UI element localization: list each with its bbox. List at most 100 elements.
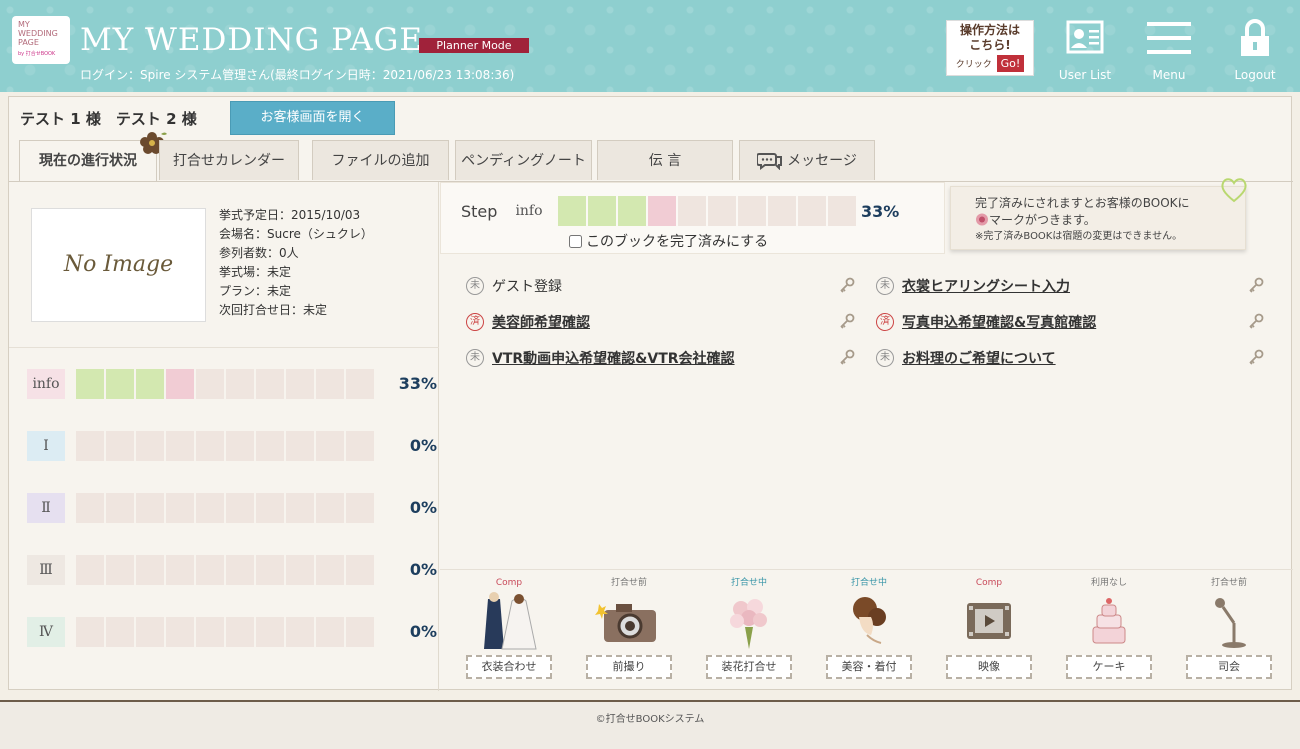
progress-segment [286, 369, 314, 399]
step-progress-segment [588, 196, 616, 226]
help-click: クリック [955, 60, 992, 70]
tab-message[interactable]: メッセージ [739, 140, 875, 180]
category-label: 美容・着付 [826, 655, 912, 679]
step-progress-segment [648, 196, 676, 226]
category-label: 司会 [1186, 655, 1272, 679]
category-video[interactable]: Comp 映像 [946, 577, 1032, 679]
task-vtr[interactable]: 未 VTR動画申込希望確認&VTR会社確認 [466, 347, 735, 369]
progress-row-label: Ⅱ [27, 493, 65, 523]
task-label[interactable]: お料理のご希望について [902, 348, 1056, 368]
bouquet-icon [706, 589, 792, 653]
user-list-icon [1050, 18, 1120, 58]
category-stamp: Comp [975, 578, 1003, 588]
key-icon[interactable] [1247, 312, 1265, 330]
progress-segment [136, 369, 164, 399]
progress-segment [196, 555, 224, 585]
progress-percent: 33% [398, 374, 437, 393]
task-label[interactable]: 写真申込希望確認&写真館確認 [902, 312, 1096, 332]
progress-segment [196, 617, 224, 647]
progress-bar [76, 617, 374, 647]
progress-segment [136, 617, 164, 647]
category-cake[interactable]: 利用なし ケーキ [1066, 577, 1152, 679]
step-progress-segment [798, 196, 826, 226]
couple-name: テスト 1 様 テスト 2 様 [20, 110, 197, 128]
user-list-button[interactable]: User List [1050, 18, 1120, 82]
note-warning: ※完了済みBOOKは宿題の変更はできません。 [975, 231, 1183, 242]
logout-button[interactable]: Logout [1220, 18, 1290, 82]
status-badge: 済 [466, 313, 484, 331]
task-label[interactable]: VTR動画申込希望確認&VTR会社確認 [492, 348, 735, 368]
logo-sub: by 打合せBOOK [18, 51, 56, 57]
category-pre-shoot[interactable]: 打合せ前 前撮り [586, 577, 672, 679]
detail-next-meeting: 次回打合せ日：未定 [219, 303, 328, 317]
task-label: ゲスト登録 [492, 279, 562, 295]
category-beauty[interactable]: 打合せ中 美容・着付 [826, 577, 912, 679]
progress-segment [286, 555, 314, 585]
category-label: ケーキ [1066, 655, 1152, 679]
progress-segment [196, 431, 224, 461]
logo-line: MY [18, 20, 30, 29]
login-info: ログイン：Spire システム管理さん(最終ログイン日時：2021/06/23 … [80, 68, 515, 82]
progress-segment [226, 555, 254, 585]
category-costume[interactable]: Comp 衣装合わせ [466, 577, 552, 679]
progress-segment [196, 369, 224, 399]
menu-button[interactable]: Menu [1134, 18, 1204, 82]
category-mc[interactable]: 打合せ前 司会 [1186, 577, 1272, 679]
task-hairdresser[interactable]: 済 美容師希望確認 [466, 311, 590, 333]
logo[interactable]: MY WEDDING PAGE by 打合せBOOK [12, 16, 70, 64]
progress-row-label: Ⅰ [27, 431, 65, 461]
help-button[interactable]: 操作方法は こちら! クリック Go! [946, 20, 1034, 76]
task-cuisine[interactable]: 未 お料理のご希望について [876, 347, 1056, 369]
tab-memo[interactable]: 伝 言 [597, 140, 733, 180]
complete-checkbox-input[interactable] [569, 234, 582, 248]
nav-label-menu: Menu [1152, 68, 1186, 82]
tab-pending-note[interactable]: ペンディングノート [455, 140, 592, 180]
progress-segment [106, 431, 134, 461]
help-line: こちら! [969, 38, 1011, 52]
open-customer-screen-button[interactable]: お客様画面を開く [230, 101, 395, 135]
progress-percent: 0% [409, 436, 437, 455]
progress-bar [76, 431, 374, 461]
task-label[interactable]: 衣裳ヒアリングシート入力 [902, 276, 1070, 296]
category-label: 装花打合せ [706, 655, 792, 679]
progress-percent: 0% [409, 622, 437, 641]
complete-book-checkbox[interactable]: このブックを完了済みにする [569, 231, 768, 251]
category-flowers[interactable]: 打合せ中 装花打合せ [706, 577, 792, 679]
step-progress-segment [708, 196, 736, 226]
progress-segment [346, 431, 374, 461]
category-label: 衣装合わせ [466, 655, 552, 679]
couple-photo-placeholder: No Image [31, 208, 206, 322]
progress-segment [76, 431, 104, 461]
task-label[interactable]: 美容師希望確認 [492, 312, 590, 332]
task-costume-hearing[interactable]: 未 衣裳ヒアリングシート入力 [876, 275, 1070, 297]
key-icon[interactable] [838, 312, 856, 330]
progress-segment [346, 555, 374, 585]
task-guest-registration[interactable]: 未 ゲスト登録 [466, 275, 562, 297]
step-progress-box: Step info 33% このブックを完了済みにする [440, 182, 945, 254]
progress-segment [286, 431, 314, 461]
progress-segment [166, 617, 194, 647]
progress-segment [136, 431, 164, 461]
status-badge: 済 [876, 313, 894, 331]
hamburger-menu-icon [1134, 18, 1204, 58]
tab-add-file[interactable]: ファイルの追加 [312, 140, 449, 180]
key-icon[interactable] [838, 276, 856, 294]
task-photo[interactable]: 済 写真申込希望確認&写真館確認 [876, 311, 1096, 333]
progress-segment [166, 493, 194, 523]
key-icon[interactable] [838, 348, 856, 366]
progress-row-label: Ⅳ [27, 617, 65, 647]
tab-meeting-calendar[interactable]: 打合せカレンダー [159, 140, 299, 180]
step-progress-segment [618, 196, 646, 226]
progress-segment [346, 617, 374, 647]
category-stamp: Comp [495, 578, 523, 588]
key-icon[interactable] [1247, 348, 1265, 366]
detail-plan: プラン：未定 [219, 284, 292, 298]
divider [440, 569, 1293, 570]
note-line: 完了済みにされますとお客様のBOOKに [975, 196, 1190, 210]
key-icon[interactable] [1247, 276, 1265, 294]
progress-segment [226, 493, 254, 523]
progress-segment [106, 369, 134, 399]
progress-segment [256, 369, 284, 399]
detail-guest-count: 参列者数：0人 [219, 246, 299, 260]
category-stamp: 打合せ中 [850, 578, 887, 588]
